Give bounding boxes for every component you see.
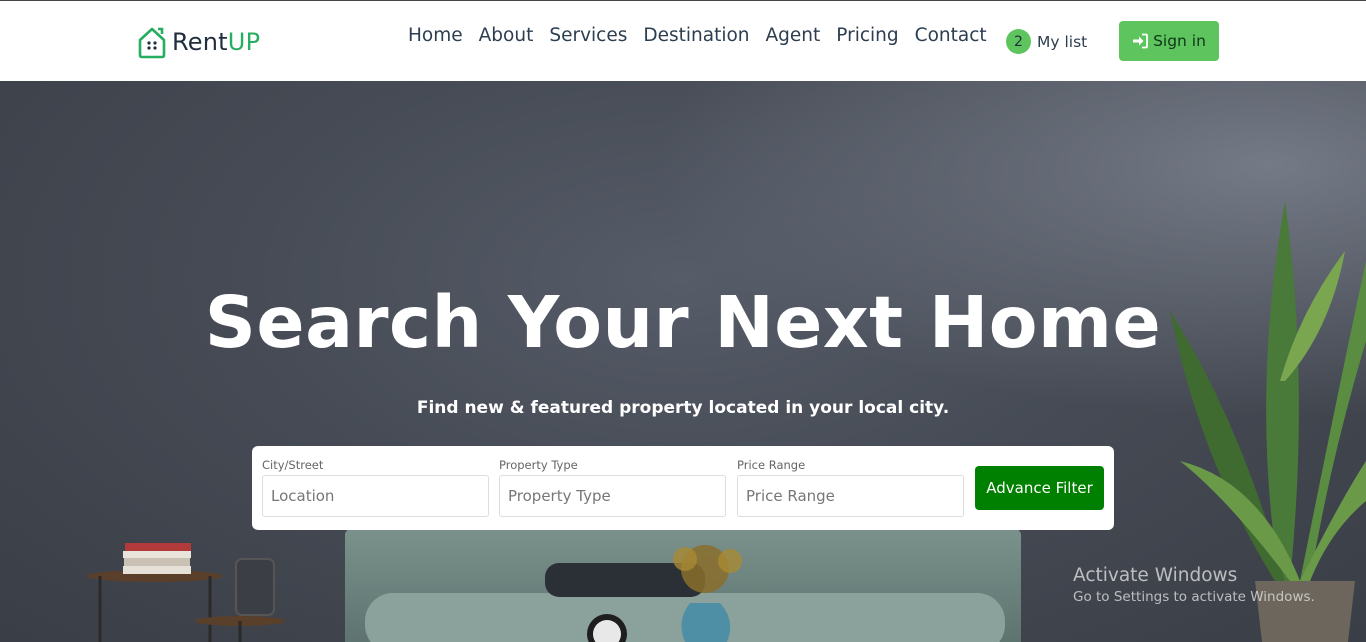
price-range-label: Price Range <box>737 458 806 472</box>
hero-title: Search Your Next Home <box>204 281 1162 364</box>
nav-contact[interactable]: Contact <box>915 25 987 46</box>
property-type-label: Property Type <box>499 458 578 472</box>
site-header: RentUP Home About Services Destination A… <box>0 1 1366 81</box>
hero-subtitle: Find new & featured property located in … <box>416 398 950 418</box>
nav-home[interactable]: Home <box>408 25 463 46</box>
nav-about[interactable]: About <box>479 25 534 46</box>
nav-services[interactable]: Services <box>549 25 627 46</box>
logo-text-accent: UP <box>227 28 261 56</box>
property-type-field: Property Type <box>499 458 726 517</box>
nav-pricing[interactable]: Pricing <box>836 25 898 46</box>
logo-text-main: Rent <box>172 28 228 56</box>
my-list-label: My list <box>1037 32 1088 51</box>
nav-destination[interactable]: Destination <box>643 25 749 46</box>
city-street-label: City/Street <box>262 458 324 472</box>
price-range-input[interactable] <box>737 475 964 517</box>
sign-in-icon <box>1133 33 1148 49</box>
my-list-count-badge: 2 <box>1006 29 1031 54</box>
nav-agent[interactable]: Agent <box>766 25 821 46</box>
hero-section: Search Your Next Home Find new & feature… <box>0 81 1366 642</box>
watermark-title: Activate Windows <box>1073 565 1238 586</box>
sign-in-label: Sign in <box>1153 32 1206 50</box>
city-street-field: City/Street <box>262 458 489 517</box>
main-nav: Home About Services Destination Agent Pr… <box>408 25 987 46</box>
property-type-input[interactable] <box>499 475 726 517</box>
logo[interactable]: RentUP <box>136 25 260 59</box>
activate-windows-watermark: Activate Windows Go to Settings to activ… <box>1073 565 1315 605</box>
watermark-subtitle: Go to Settings to activate Windows. <box>1073 589 1315 605</box>
my-list-link[interactable]: 2 My list <box>1006 29 1087 54</box>
price-range-field: Price Range <box>737 458 964 517</box>
sign-in-button[interactable]: Sign in <box>1119 21 1219 61</box>
location-input[interactable] <box>262 475 489 517</box>
logo-text: RentUP <box>172 28 260 56</box>
search-form: City/Street Property Type Price Range Ad… <box>252 446 1114 530</box>
house-logo-icon <box>138 27 166 59</box>
advance-filter-button[interactable]: Advance Filter <box>975 466 1104 510</box>
